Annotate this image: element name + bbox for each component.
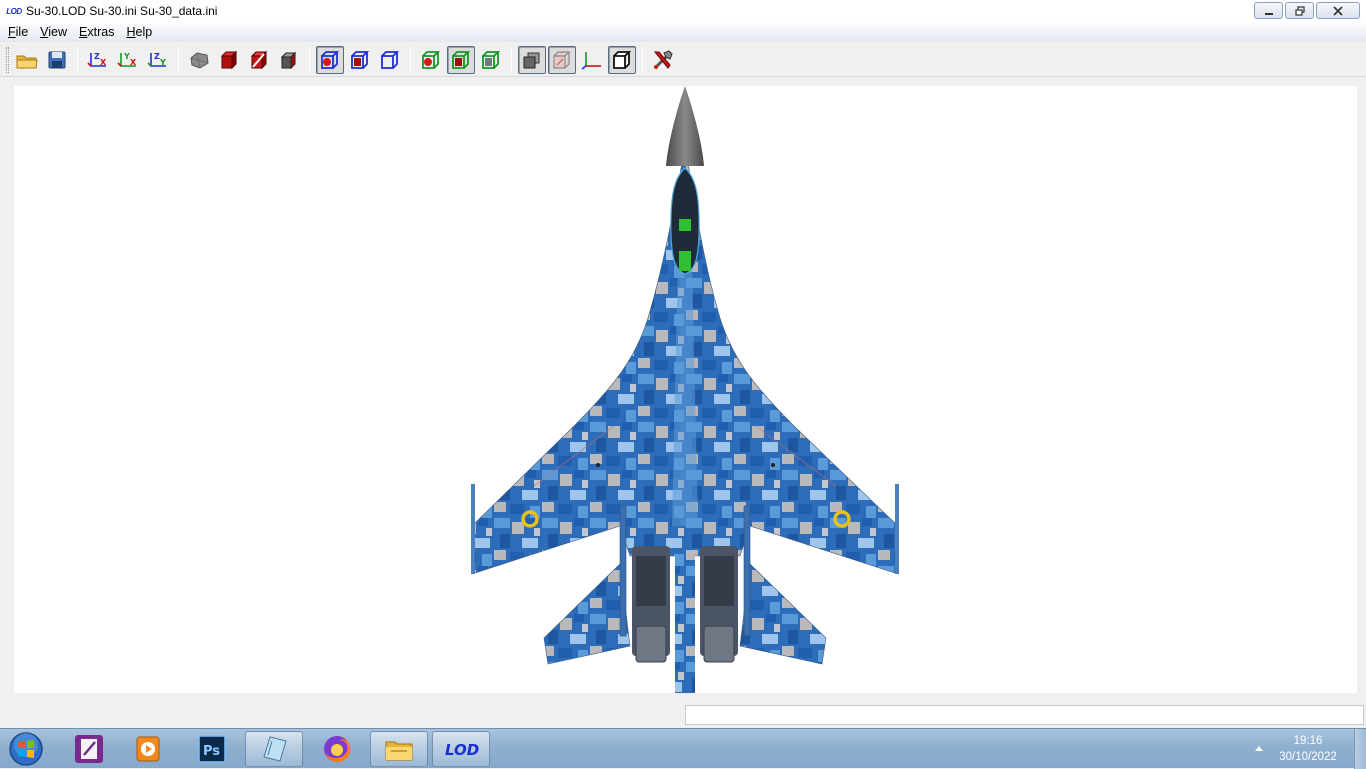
save-button[interactable]: [43, 46, 71, 74]
svg-text:X: X: [130, 58, 137, 67]
outline-button[interactable]: [608, 45, 636, 74]
svg-text:X: X: [100, 58, 107, 67]
clock-time: 19:16: [1293, 735, 1323, 747]
minimize-button[interactable]: [1254, 2, 1283, 19]
lod-icon: LOD: [445, 741, 479, 759]
close-icon: [1333, 5, 1343, 16]
save-disk-icon: [48, 51, 66, 68]
toolbar-grip[interactable]: [6, 46, 9, 73]
tools-icon: [653, 49, 673, 69]
photoshop-icon: Ps: [198, 735, 226, 763]
green-lod-cube-icon: [422, 50, 441, 69]
green-lod-button[interactable]: [417, 46, 445, 74]
window-title: Su-30.LOD Su-30.ini Su-30_data.ini: [26, 4, 218, 18]
taskbar-app-notebook[interactable]: [245, 731, 303, 767]
taskbar: Ps LOD 19:16 30/10/2022: [0, 728, 1366, 769]
chevron-up-icon: [1255, 746, 1263, 751]
notepad-icon: [75, 735, 103, 763]
restore-icon: [1294, 5, 1305, 16]
outline-cube-pressed-icon: [613, 50, 632, 69]
axes-corner-icon: [581, 51, 601, 70]
axis-zy-icon: ZY: [147, 52, 166, 67]
taskbar-app-media[interactable]: [120, 731, 178, 767]
media-player-icon: [136, 736, 160, 762]
toolbar-separator: [178, 46, 179, 73]
wire-button[interactable]: [376, 46, 404, 74]
model-viewport[interactable]: [14, 86, 1357, 693]
open-folder-icon: [16, 55, 38, 68]
stack-button[interactable]: [518, 45, 546, 74]
view-yx-button[interactable]: YX: [114, 46, 142, 74]
shaded-button[interactable]: [275, 46, 303, 74]
title-bar[interactable]: LOD Su-30.LOD Su-30.ini Su-30_data.ini: [0, 0, 1366, 22]
wire-solid-button[interactable]: [346, 46, 374, 74]
menu-help[interactable]: Help: [120, 25, 158, 39]
axis-zx-icon: ZX: [87, 52, 107, 67]
green-solid-button[interactable]: [447, 45, 475, 74]
wire-lod-button[interactable]: [316, 45, 344, 74]
menu-view[interactable]: View: [34, 25, 73, 39]
blue-wire-cube-pressed-icon: [321, 50, 340, 69]
svg-text:Y: Y: [123, 52, 130, 61]
folder-icon: [385, 741, 413, 761]
mesh-button[interactable]: [185, 46, 213, 74]
transparent-cube-pressed-icon: [553, 50, 571, 69]
svg-text:Y: Y: [159, 58, 166, 67]
taskbar-app-explorer[interactable]: [370, 731, 428, 767]
show-desktop-button[interactable]: [1354, 729, 1366, 769]
restore-button[interactable]: [1285, 2, 1314, 19]
lod-solid-button[interactable]: [245, 46, 273, 74]
green-gray-cube-icon: [482, 50, 501, 69]
tray-expand-button[interactable]: [1254, 741, 1264, 755]
firefox-icon: [324, 735, 351, 762]
gray-mesh-icon: [190, 51, 209, 69]
taskbar-app-lod[interactable]: LOD: [432, 731, 490, 767]
lod-logo-icon: LOD: [6, 6, 22, 16]
toolbar-separator: [511, 46, 512, 73]
green-gray-button[interactable]: [477, 46, 505, 74]
windows-start-icon: [9, 732, 43, 766]
toolbar: ZX YX ZY: [0, 43, 1366, 77]
tools-button[interactable]: [649, 46, 677, 74]
close-button[interactable]: [1316, 2, 1360, 19]
view-zy-button[interactable]: ZY: [144, 46, 172, 74]
status-field: [685, 705, 1364, 725]
green-red-cube-pressed-icon: [452, 50, 471, 69]
red-lod-cube-icon: [250, 50, 268, 69]
toolbar-separator: [410, 46, 411, 73]
blue-wire-cube-icon: [381, 50, 400, 69]
notebook-icon: [263, 736, 287, 762]
blue-solid-wire-cube-icon: [351, 50, 370, 69]
open-button[interactable]: [13, 46, 41, 74]
shaded-cube-icon: [280, 51, 297, 69]
gray-stack-cube-pressed-icon: [523, 52, 540, 68]
solid-button[interactable]: [215, 46, 243, 74]
toolbar-separator: [309, 46, 310, 73]
menu-bar: File View Extras Help: [0, 22, 1366, 42]
start-button[interactable]: [6, 730, 46, 768]
toolbar-separator: [642, 46, 643, 73]
axis-yx-icon: YX: [117, 52, 137, 67]
svg-text:Ps: Ps: [203, 744, 220, 759]
menu-extras[interactable]: Extras: [73, 25, 120, 39]
taskbar-app-photoshop[interactable]: Ps: [183, 731, 241, 767]
clock-date: 30/10/2022: [1279, 751, 1337, 763]
transparent-button[interactable]: [548, 45, 576, 74]
aircraft-model: [471, 86, 899, 693]
svg-text:LOD: LOD: [445, 741, 479, 759]
red-solid-cube-icon: [220, 50, 238, 69]
toolbar-separator: [77, 46, 78, 73]
axes-button[interactable]: [578, 46, 606, 74]
minimize-icon: [1264, 12, 1273, 15]
view-zx-button[interactable]: ZX: [84, 46, 112, 74]
system-clock[interactable]: 19:16 30/10/2022: [1268, 733, 1348, 765]
menu-file[interactable]: File: [2, 25, 34, 39]
taskbar-app-firefox[interactable]: [308, 731, 366, 767]
taskbar-app-notepad[interactable]: [60, 731, 118, 767]
